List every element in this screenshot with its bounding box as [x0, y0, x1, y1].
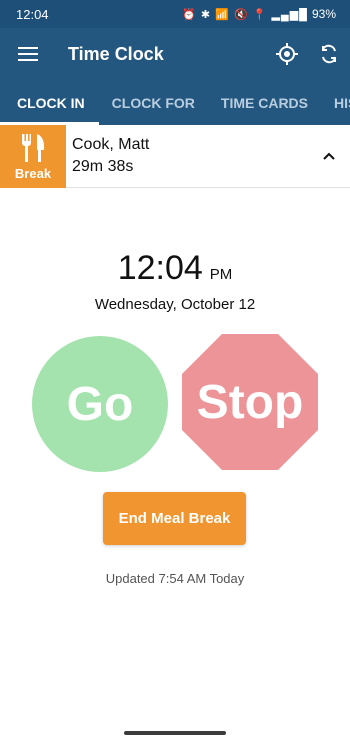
break-badge: Break	[0, 124, 66, 188]
current-time-row: 12:04 PM	[0, 248, 350, 295]
tab-clock-in[interactable]: CLOCK IN	[0, 80, 99, 125]
location-target-icon[interactable]	[266, 28, 308, 80]
go-button[interactable]: Go	[32, 336, 168, 472]
app-bar: Time Clock	[0, 28, 350, 80]
end-meal-break-button[interactable]: End Meal Break	[103, 492, 246, 545]
fork-knife-icon	[22, 133, 45, 162]
current-time: 12:04	[117, 249, 203, 287]
stop-label: Stop	[196, 375, 304, 429]
location-target-svg	[276, 43, 298, 65]
status-icons-group: ⏰ ✱ 📶 🔇 📍 ▂▄▆█ 93%	[182, 7, 336, 21]
tab-history[interactable]: HIS	[321, 80, 350, 125]
tab-bar: CLOCK IN CLOCK FOR TIME CARDS HIS	[0, 80, 350, 125]
tab-clock-for[interactable]: CLOCK FOR	[99, 80, 208, 125]
last-updated-text: Updated 7:54 AM Today	[105, 571, 245, 586]
system-status-icons: ⏰ ✱ 📶 🔇 📍 ▂▄▆█	[182, 8, 308, 21]
hamburger-menu-icon[interactable]	[0, 28, 56, 80]
hamburger-lines	[18, 47, 38, 61]
time-period: PM	[209, 266, 233, 283]
break-duration: 29m 38s	[72, 158, 134, 175]
employee-status-row[interactable]: Break Cook, Matt 29m 38s	[0, 124, 350, 188]
tab-time-cards[interactable]: TIME CARDS	[208, 80, 321, 125]
chevron-up-icon[interactable]	[308, 151, 350, 161]
time-clock-screen: 12:04 ⏰ ✱ 📶 🔇 📍 ▂▄▆█ 93% Time Clock CLOC…	[0, 0, 350, 743]
home-indicator[interactable]	[124, 731, 226, 735]
break-label: Break	[14, 165, 52, 181]
current-date: Wednesday, October 12	[94, 296, 256, 313]
status-time: 12:04	[16, 6, 49, 22]
chevron-up-svg	[323, 152, 335, 160]
sync-svg	[322, 44, 336, 64]
current-clock: 12:04 PM Wednesday, October 12	[0, 248, 350, 313]
sync-icon[interactable]	[308, 28, 350, 80]
stop-button[interactable]: Stop	[182, 334, 318, 470]
employee-info: Cook, Matt 29m 38s	[72, 136, 308, 176]
battery-percent: 93%	[311, 7, 336, 21]
employee-name: Cook, Matt	[72, 136, 150, 153]
status-bar: 12:04 ⏰ ✱ 📶 🔇 📍 ▂▄▆█ 93%	[0, 0, 350, 28]
page-title: Time Clock	[68, 43, 164, 64]
